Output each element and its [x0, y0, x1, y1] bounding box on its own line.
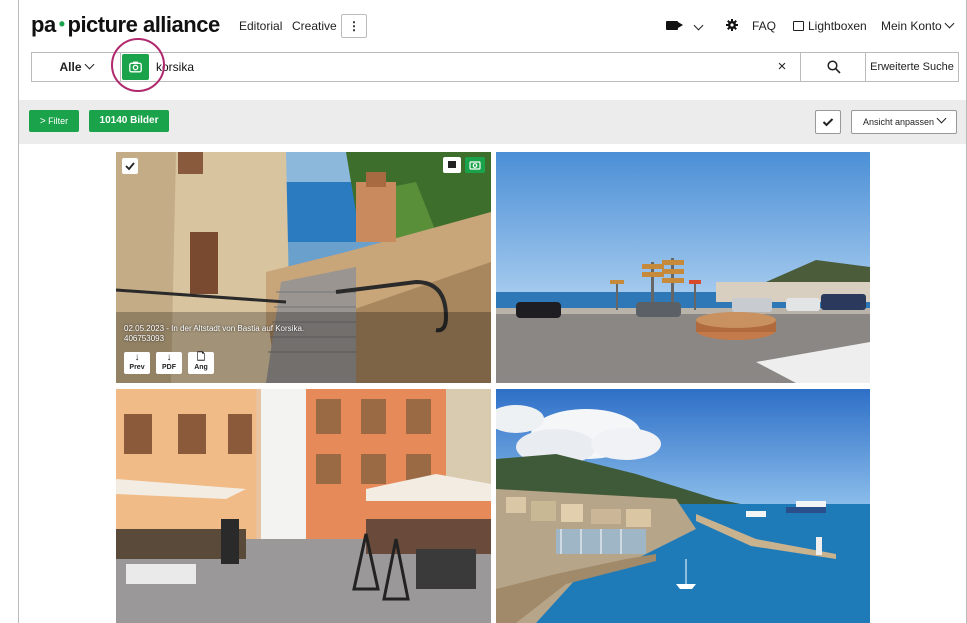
download-pdf-button[interactable]: ↓ PDF	[156, 352, 182, 374]
brand-logo[interactable]: pa • picture alliance	[31, 12, 220, 38]
chevron-right-icon: >	[39, 116, 46, 127]
lightbox-add-icon[interactable]	[443, 157, 461, 173]
checkmark-icon	[125, 162, 135, 171]
download-preview-button[interactable]: ↓ Prev	[124, 352, 150, 374]
video-icon[interactable]	[666, 21, 683, 30]
chevron-down-icon	[936, 113, 947, 124]
lightbox-icon	[793, 21, 804, 31]
photo-bastia-harbour	[496, 389, 870, 623]
more-menu-button[interactable]: ⋮	[341, 14, 367, 38]
image-id: 406753093	[124, 334, 165, 343]
results-toolbar: > Filter 10140 Bilder Ansicht anpassen	[19, 100, 966, 144]
view-settings-button[interactable]: Ansicht anpassen	[851, 110, 957, 134]
chevron-down-icon[interactable]	[693, 20, 704, 31]
search-bar: Alle korsika × Erweiterte Suche	[31, 52, 959, 82]
image-tile[interactable]: 02.05.2023 - In der Altstadt von Bastia …	[116, 152, 491, 383]
account-menu[interactable]: Mein Konto	[881, 18, 955, 33]
image-gallery: 02.05.2023 - In der Altstadt von Bastia …	[19, 144, 966, 623]
image-tile[interactable]	[116, 389, 491, 623]
account-label: Mein Konto	[881, 19, 942, 33]
nav-editorial[interactable]: Editorial	[239, 19, 282, 33]
action-label: Prev	[129, 364, 145, 371]
category-label: Alle	[59, 60, 82, 74]
action-label: PDF	[162, 364, 176, 371]
logo-text-pa: pa	[31, 12, 56, 37]
document-icon: 🗋	[196, 352, 206, 363]
result-count: 10140 Bilder	[89, 110, 169, 132]
select-checkbox[interactable]	[122, 158, 138, 174]
select-all-button[interactable]	[815, 110, 841, 134]
image-search-button[interactable]	[122, 54, 149, 80]
checkmark-icon	[822, 118, 834, 127]
chevron-down-icon	[84, 59, 94, 70]
lightbox-link[interactable]: Lightboxen	[793, 19, 867, 33]
view-settings-label: Ansicht anpassen	[862, 117, 935, 127]
top-header: pa • picture alliance Editorial Creative ⋮…	[19, 0, 966, 50]
caption-text: 02.05.2023 - In der Altstadt von Bastia …	[124, 324, 305, 333]
chevron-down-icon	[944, 18, 955, 29]
camera-icon[interactable]	[465, 157, 485, 173]
image-tile[interactable]	[496, 152, 870, 383]
nav-creative[interactable]: Creative	[292, 19, 337, 33]
image-tile[interactable]	[496, 389, 870, 623]
search-input[interactable]: korsika	[156, 53, 194, 81]
image-caption: 02.05.2023 - In der Altstadt von Bastia …	[124, 324, 304, 344]
photo-bastia-stairs	[116, 152, 491, 383]
download-icon: ↓	[166, 352, 172, 363]
logo-dot: •	[58, 14, 65, 34]
request-offer-button[interactable]: 🗋 Ang	[188, 352, 214, 374]
advanced-search-button[interactable]: Erweiterte Suche	[866, 53, 958, 81]
page-frame: pa • picture alliance Editorial Creative ⋮…	[18, 0, 967, 623]
photo-seaside-roundabout	[496, 152, 870, 383]
photo-cafe-street	[116, 389, 491, 623]
faq-link[interactable]: FAQ	[752, 19, 776, 33]
lightbox-label: Lightboxen	[808, 19, 867, 33]
search-button[interactable]	[800, 53, 866, 81]
download-icon: ↓	[134, 352, 140, 363]
search-icon	[827, 60, 841, 74]
filter-label: Filter	[48, 116, 69, 126]
category-select[interactable]: Alle	[32, 53, 121, 81]
action-label: Ang	[194, 364, 208, 371]
camera-icon	[129, 61, 142, 73]
filter-button[interactable]: > Filter	[29, 110, 79, 132]
clear-search-button[interactable]: ×	[767, 53, 797, 81]
gear-icon[interactable]	[726, 19, 738, 31]
logo-text-picture-alliance: picture alliance	[67, 12, 221, 37]
